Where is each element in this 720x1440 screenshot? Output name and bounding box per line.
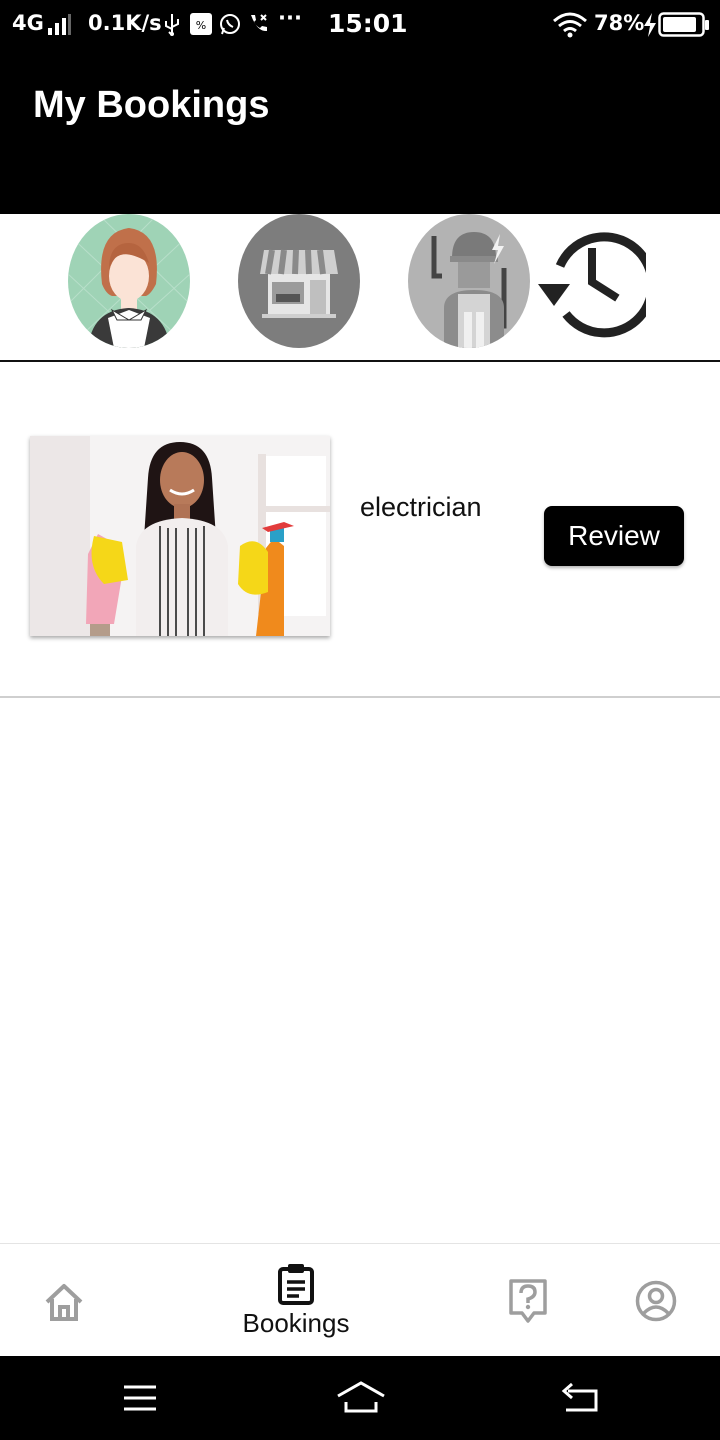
back-icon[interactable] <box>560 1382 600 1414</box>
network-speed: 0.1K/s <box>88 11 162 35</box>
nav-bookings-label: Bookings <box>242 1308 350 1338</box>
nav-help[interactable] <box>508 1278 548 1324</box>
phone-call-icon <box>251 14 267 32</box>
svg-text:%: % <box>196 19 206 32</box>
booking-image <box>30 436 330 636</box>
app-notification-icon: % <box>190 13 212 35</box>
battery-icon <box>658 12 709 37</box>
more-notifications-icon: ··· <box>278 6 302 30</box>
clipboard-icon <box>278 1264 314 1305</box>
storefront-icon <box>238 214 360 348</box>
booking-card[interactable]: electrician Review <box>0 364 720 698</box>
wifi-icon <box>553 12 587 38</box>
electrician-icon <box>408 214 530 348</box>
category-maid[interactable] <box>68 214 190 348</box>
review-button[interactable]: Review <box>544 506 684 566</box>
history-clock-icon <box>538 232 646 338</box>
clock: 15:01 <box>328 9 408 38</box>
nav-home[interactable] <box>43 1282 85 1322</box>
home-icon <box>45 1284 83 1321</box>
nav-bookings[interactable]: Bookings <box>236 1262 356 1339</box>
page-title: My Bookings <box>33 84 270 126</box>
battery-percent: 78% <box>594 11 645 35</box>
nav-profile[interactable] <box>635 1280 677 1322</box>
charging-icon <box>644 13 656 37</box>
signal-icon <box>48 14 71 35</box>
whatsapp-icon <box>220 14 240 35</box>
system-nav-bar <box>0 1356 720 1440</box>
booking-service-name: electrician <box>360 492 482 522</box>
bottom-nav: Bookings <box>0 1243 720 1356</box>
network-type: 4G <box>12 11 44 35</box>
help-icon <box>509 1279 547 1323</box>
cleaning-woman-photo <box>30 436 330 636</box>
maid-avatar-icon <box>68 214 190 348</box>
usb-icon <box>165 14 179 36</box>
menu-icon[interactable] <box>122 1384 158 1412</box>
category-strip <box>0 214 720 362</box>
category-history[interactable] <box>530 214 646 348</box>
category-shop[interactable] <box>238 214 360 348</box>
app-header: My Bookings <box>0 52 720 214</box>
profile-icon <box>635 1280 677 1322</box>
status-bar: 4G 0.1K/s % ··· 15:01 78% <box>0 0 720 52</box>
category-electrician[interactable] <box>408 214 530 348</box>
home-button-icon[interactable] <box>336 1380 386 1414</box>
